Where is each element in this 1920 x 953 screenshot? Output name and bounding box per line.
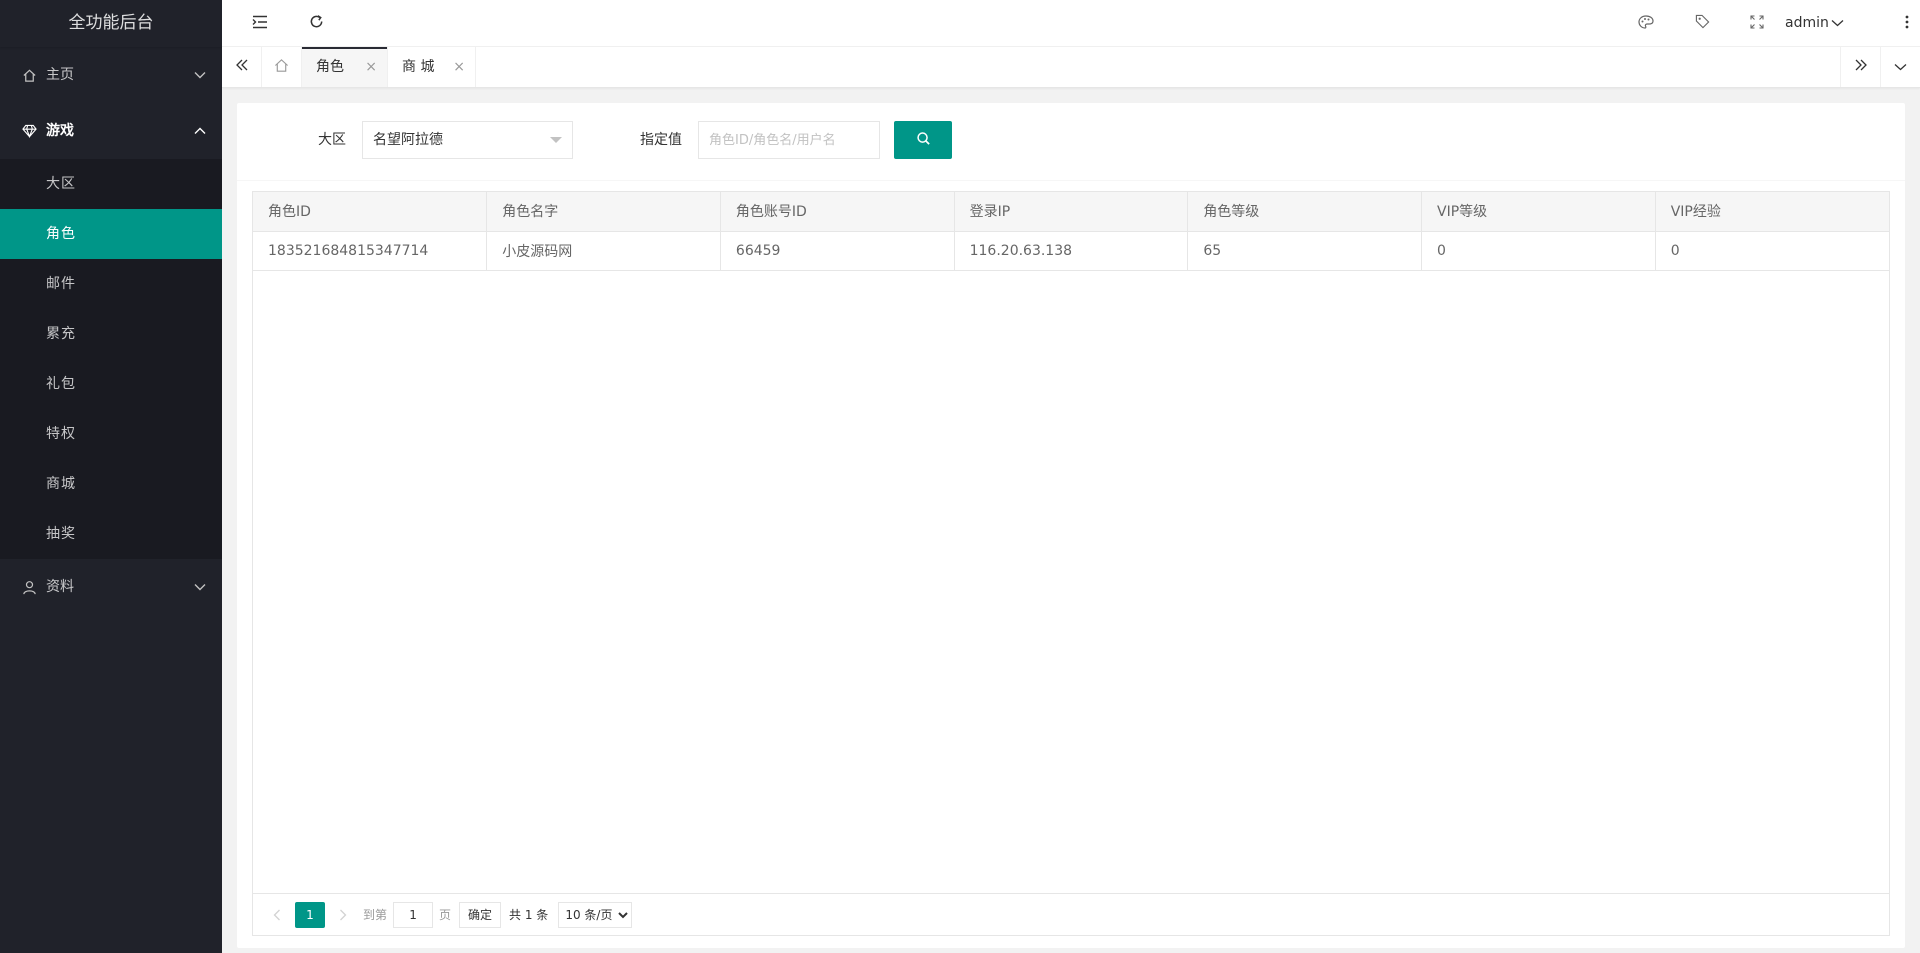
prev-page-button[interactable]	[263, 901, 291, 929]
column-header[interactable]: VIP等级	[1421, 192, 1656, 232]
role-table: 角色ID 角色名字 角色账号ID 登录IP 角色等级 VIP等级 VIP经验 1…	[253, 192, 1889, 271]
sidebar-item-privilege[interactable]: 特权	[0, 409, 222, 459]
column-header[interactable]: 角色账号ID	[720, 192, 955, 232]
next-page-button[interactable]	[329, 901, 357, 929]
column-header[interactable]: 角色等级	[1187, 192, 1423, 232]
tab-label: 商 城	[402, 59, 435, 75]
nav-group-game: 游戏 大区 角色 邮件 累充 礼包 特权 商城 抽奖	[0, 103, 222, 559]
tabs-scroll-right-button[interactable]	[1840, 47, 1880, 87]
table-cell: 116.20.63.138	[954, 231, 1189, 271]
home-icon	[274, 58, 289, 77]
sidebar-item-lottery[interactable]: 抽奖	[0, 509, 222, 559]
subnav-game: 大区 角色 邮件 累充 礼包 特权 商城 抽奖	[0, 159, 222, 559]
app-logo[interactable]: 全功能后台	[0, 0, 222, 47]
tab-shop[interactable]: 商 城 ×	[388, 47, 476, 87]
fullscreen-icon	[1750, 14, 1764, 33]
palette-icon	[1638, 14, 1654, 33]
data-table: 角色ID 角色名字 角色账号ID 登录IP 角色等级 VIP等级 VIP经验 1…	[252, 191, 1890, 936]
more-button[interactable]	[1894, 0, 1920, 47]
table-cell: 小皮源码网	[486, 231, 721, 271]
table-row[interactable]: 183521684815347714 小皮源码网 66459 116.20.63…	[253, 231, 1889, 271]
fullscreen-button[interactable]	[1737, 0, 1777, 47]
region-select[interactable]: 名望阿拉德	[362, 121, 573, 159]
tag-icon	[1695, 14, 1710, 33]
chevron-down-icon	[1894, 59, 1907, 75]
goto-page-input[interactable]	[393, 901, 434, 928]
close-icon[interactable]: ×	[365, 47, 377, 87]
home-icon	[20, 47, 38, 103]
sidebar-item-gift[interactable]: 礼包	[0, 359, 222, 409]
close-icon[interactable]: ×	[453, 47, 465, 87]
sidebar-item-mail[interactable]: 邮件	[0, 259, 222, 309]
tab-home[interactable]	[262, 47, 302, 87]
refresh-icon	[309, 14, 324, 33]
tag-button[interactable]	[1682, 0, 1722, 47]
goto-confirm-button[interactable]: 确定	[459, 901, 502, 928]
pagination: 1 到第 页 确定 共 1 条 10 条/页	[253, 893, 1889, 935]
double-chevron-left-icon	[235, 59, 249, 75]
sidebar-item-role[interactable]: 角色	[0, 209, 222, 259]
tab-label: 角色	[316, 59, 344, 75]
page-number-current[interactable]: 1	[295, 901, 325, 928]
nav-item-game[interactable]: 游戏	[0, 103, 222, 159]
sidebar-item-recharge[interactable]: 累充	[0, 309, 222, 359]
nav-group-profile: 资料	[0, 559, 222, 615]
goto-label: 到第	[363, 908, 388, 922]
content-card: 大区 名望阿拉德 指定值 角色ID 角色名字 角色账号ID 登录IP 角色等级 …	[237, 103, 1905, 948]
column-header[interactable]: 登录IP	[954, 192, 1189, 232]
user-name: admin	[1785, 15, 1829, 31]
theme-button[interactable]	[1626, 0, 1666, 47]
nav-item-label: 资料	[46, 579, 74, 595]
chevron-down-icon	[192, 559, 208, 615]
collapse-sidebar-button[interactable]	[240, 0, 280, 47]
column-header[interactable]: VIP经验	[1655, 192, 1889, 232]
tabs-scroll-left-button[interactable]	[222, 47, 262, 87]
value-label: 指定值	[640, 132, 682, 148]
diamond-icon	[20, 103, 38, 159]
table-cell: 0	[1655, 231, 1889, 271]
column-header[interactable]: 角色名字	[486, 192, 721, 232]
column-header[interactable]: 角色ID	[253, 192, 488, 232]
search-form: 大区 名望阿拉德 指定值	[237, 103, 1905, 181]
nav-group-home: 主页	[0, 47, 222, 103]
chevron-down-icon	[192, 47, 208, 103]
sidebar-item-region[interactable]: 大区	[0, 159, 222, 209]
region-select-value: 名望阿拉德	[373, 132, 443, 148]
tab-role[interactable]: 角色 ×	[302, 47, 388, 87]
tabs-menu-button[interactable]	[1880, 47, 1920, 87]
nav-item-profile[interactable]: 资料	[0, 559, 222, 615]
chevron-down-icon	[1831, 0, 1844, 47]
page-unit-label: 页	[439, 908, 452, 922]
user-icon	[20, 559, 38, 615]
table-cell: 65	[1187, 231, 1423, 271]
caret-down-icon	[550, 137, 562, 143]
table-cell: 66459	[720, 231, 955, 271]
sidebar: 全功能后台 主页 游戏 大区 角色 邮件 累充 礼包 特权 商城 抽奖 资料	[0, 0, 222, 953]
sidebar-item-shop[interactable]: 商城	[0, 459, 222, 509]
top-header: admin	[222, 0, 1920, 47]
region-label: 大区	[318, 132, 346, 148]
double-chevron-right-icon	[1854, 59, 1868, 75]
search-input[interactable]	[698, 121, 880, 159]
table-cell: 0	[1421, 231, 1656, 271]
search-icon	[916, 131, 931, 150]
nav-item-label: 游戏	[46, 123, 74, 139]
table-cell: 183521684815347714	[253, 231, 488, 271]
table-header-row: 角色ID 角色名字 角色账号ID 登录IP 角色等级 VIP等级 VIP经验	[253, 192, 1889, 232]
tab-bar: 角色 × 商 城 ×	[222, 47, 1920, 88]
nav-item-home[interactable]: 主页	[0, 47, 222, 103]
nav-item-label: 主页	[46, 67, 74, 83]
user-menu[interactable]: admin	[1785, 0, 1844, 47]
page-size-select[interactable]: 10 条/页	[558, 901, 633, 928]
indent-icon	[252, 15, 268, 33]
refresh-button[interactable]	[296, 0, 336, 47]
search-button[interactable]	[894, 121, 952, 159]
chevron-up-icon	[192, 103, 208, 159]
total-count: 共 1 条	[509, 908, 549, 922]
more-vertical-icon	[1905, 15, 1909, 33]
